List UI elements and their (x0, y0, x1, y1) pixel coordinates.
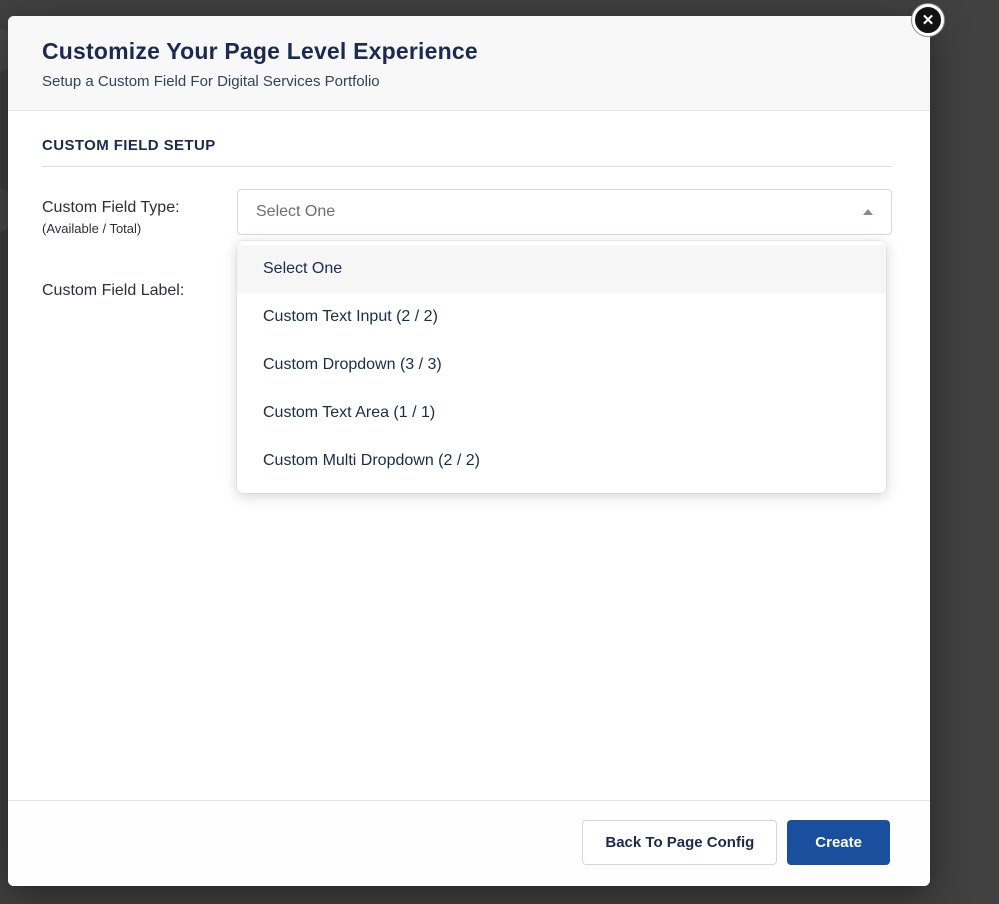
page-title: Customize Your Page Level Experience (42, 38, 478, 64)
close-button[interactable]: ✕ (912, 4, 944, 36)
field-type-select[interactable]: Select One (237, 189, 892, 235)
modal-footer: Back To Page Config Create (8, 800, 930, 886)
page-subtitle: Setup a Custom Field For Digital Service… (42, 73, 380, 90)
dropdown-option-select-one[interactable]: Select One (237, 245, 886, 293)
back-to-page-config-button[interactable]: Back To Page Config (582, 820, 778, 865)
caret-up-icon (863, 209, 873, 215)
dropdown-option-custom-text-area[interactable]: Custom Text Area (1 / 1) (237, 389, 886, 437)
field-type-label-col: Custom Field Type: (Available / Total) (42, 189, 237, 236)
custom-field-modal: ✕ Customize Your Page Level Experience S… (8, 4, 944, 886)
field-type-dropdown-menu: Select One Custom Text Input (2 / 2) Cus… (237, 241, 886, 493)
create-button[interactable]: Create (787, 820, 890, 865)
field-type-control: Select One Select One Custom Text Input … (237, 189, 892, 493)
field-type-label: Custom Field Type: (42, 199, 180, 216)
modal-body: CUSTOM FIELD SETUP Custom Field Type: (A… (8, 111, 930, 800)
field-type-row: Custom Field Type: (Available / Total) S… (42, 189, 892, 493)
select-value: Select One (256, 203, 336, 220)
close-icon: ✕ (921, 12, 935, 29)
field-label-label-col: Custom Field Label: (42, 272, 237, 300)
field-label-label: Custom Field Label: (42, 282, 185, 299)
section-title: CUSTOM FIELD SETUP (42, 137, 892, 167)
dropdown-option-custom-dropdown[interactable]: Custom Dropdown (3 / 3) (237, 341, 886, 389)
dropdown-option-custom-text-input[interactable]: Custom Text Input (2 / 2) (237, 293, 886, 341)
field-type-sublabel: (Available / Total) (42, 221, 142, 236)
dropdown-option-custom-multi-dropdown[interactable]: Custom Multi Dropdown (2 / 2) (237, 437, 886, 485)
modal-header: Customize Your Page Level Experience Set… (8, 16, 930, 111)
